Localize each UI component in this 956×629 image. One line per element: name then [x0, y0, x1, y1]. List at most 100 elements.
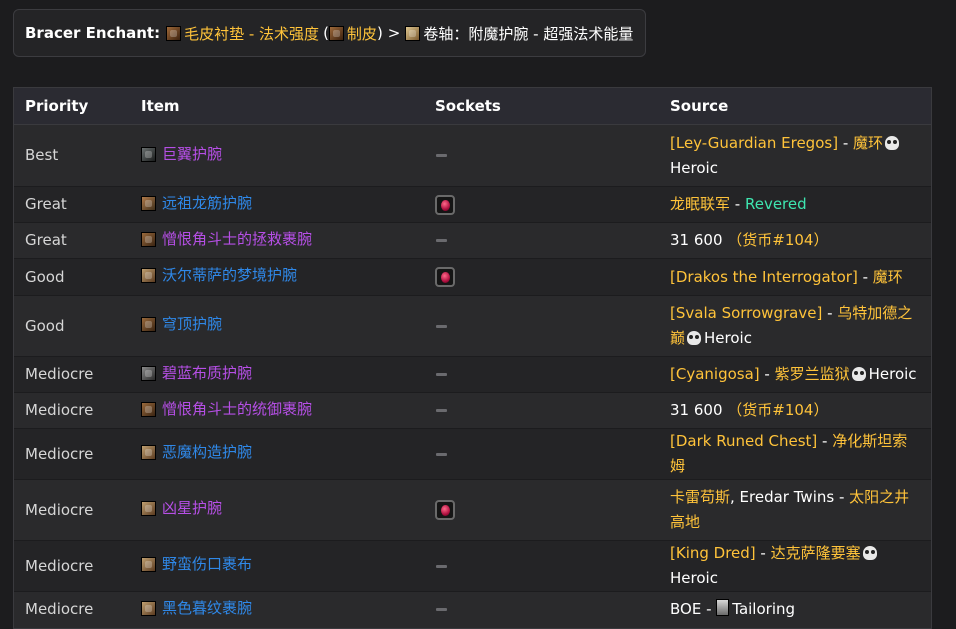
table-header-row: Priority Item Sockets Source [14, 88, 931, 125]
item-link[interactable]: 巨翼护腕 [141, 142, 222, 167]
table-row: Mediocre 憎恨角斗士的统御裹腕 31 600 （货币#104） [14, 392, 931, 429]
source-cell: 卡雷苟斯, Eredar Twins - 太阳之井高地 [659, 479, 931, 541]
priority-cell: Mediocre [14, 479, 130, 541]
source-link[interactable]: 卡雷苟斯 [670, 488, 730, 506]
source-cell: 31 600 （货币#104） [659, 392, 931, 429]
item-cell: 穹顶护腕 [130, 295, 424, 357]
header-priority: Priority [14, 88, 130, 125]
source-text: Tailoring [732, 600, 796, 619]
sockets-cell [424, 258, 659, 296]
bracer-item-icon [141, 445, 156, 460]
item-name: 憎恨角斗士的统御裹腕 [162, 399, 313, 418]
sockets-cell [424, 428, 659, 480]
source-link[interactable]: 达克萨隆要塞 [771, 544, 861, 562]
red-socket-icon[interactable] [435, 194, 455, 215]
source-link[interactable]: [Ley-Guardian Eregos] [670, 134, 838, 152]
no-socket-dash [436, 564, 447, 568]
item-link[interactable]: 凶星护腕 [141, 496, 222, 521]
sockets-cell [424, 356, 659, 393]
leatherworking-icon [328, 25, 344, 41]
bracer-item-icon [141, 501, 156, 516]
table-body: Best 巨翼护腕 [Ley-Guardian Eregos] - 魔环 Heroic… [14, 124, 931, 628]
sockets-cell [424, 222, 659, 259]
item-name: 野蛮伤口裹布 [162, 555, 253, 573]
profession-link[interactable]: 制皮 [347, 23, 377, 44]
source-cell: 31 600 （货币#104） [659, 222, 931, 259]
table-row: Mediocre 野蛮伤口裹布 [King Dred] - 达克萨隆要塞 Heroic [14, 540, 931, 592]
table-row: Mediocre 恶魔构造护腕 [Dark Runed Chest] - 净化斯坦索… [14, 428, 931, 480]
scroll-link[interactable]: 卷轴：附魔护腕 - 超强法术能量 [423, 23, 633, 44]
source-link[interactable]: 魔环 [873, 268, 903, 286]
source-link[interactable]: 龙眠联军 [670, 195, 730, 213]
source-link[interactable]: [Dark Runed Chest] [670, 432, 817, 450]
item-link[interactable]: 憎恨角斗士的统御裹腕 [141, 397, 312, 422]
priority-cell: Best [14, 124, 130, 187]
source-link[interactable]: [Drakos the Interrogator] [670, 268, 858, 286]
table-row: Best 巨翼护腕 [Ley-Guardian Eregos] - 魔环 Heroic [14, 124, 931, 187]
item-link[interactable]: 沃尔蒂萨的梦境护腕 [141, 263, 297, 288]
sockets-cell [424, 479, 659, 541]
priority-cell: Mediocre [14, 591, 130, 628]
red-socket-icon[interactable] [435, 267, 455, 287]
source-text: - [857, 267, 873, 286]
item-link[interactable]: 穹顶护腕 [141, 312, 222, 337]
sockets-cell [424, 392, 659, 429]
fur-lining-icon [166, 25, 182, 41]
item-link[interactable]: 黑色暮纹裹腕 [141, 596, 252, 621]
source-text: BOE [670, 600, 702, 619]
source-cell: [Svala Sorrowgrave] - 乌特加德之巅 Heroic [659, 295, 931, 357]
source-link[interactable]: [Cyanigosa] [670, 365, 760, 383]
source-text: - [838, 133, 853, 152]
source-link[interactable]: （货币#104） [723, 401, 828, 419]
item-cell: 黑色暮纹裹腕 [130, 591, 424, 628]
priority-cell: Mediocre [14, 356, 130, 393]
heroic-skull-icon [687, 331, 702, 345]
sockets-cell [424, 591, 659, 628]
item-name: 远祖龙筋护腕 [162, 193, 253, 212]
source-text: 31 600 [670, 401, 723, 419]
source-link[interactable]: 紫罗兰监狱 [775, 365, 850, 383]
source-text: Revered [744, 195, 807, 213]
priority-cell: Mediocre [14, 540, 130, 592]
table-row: Mediocre 碧蓝布质护腕 [Cyanigosa] - 紫罗兰监狱 Heroic [14, 356, 931, 393]
source-link[interactable]: [King Dred] [670, 544, 756, 562]
arrow-separator: > [387, 24, 401, 42]
item-name: 黑色暮纹裹腕 [162, 598, 253, 617]
sockets-cell [424, 540, 659, 592]
source-cell: 龙眠联军 - Revered [659, 186, 931, 223]
table-row: Good 穹顶护腕 [Svala Sorrowgrave] - 乌特加德之巅 Hero… [14, 295, 931, 357]
source-text: - [759, 365, 775, 383]
sockets-cell [424, 124, 659, 187]
item-link[interactable]: 憎恨角斗士的拯救裹腕 [141, 227, 312, 252]
item-link[interactable]: 碧蓝布质护腕 [141, 361, 252, 386]
priority-cell: Mediocre [14, 392, 130, 429]
source-text: - [701, 600, 717, 619]
item-name: 憎恨角斗士的拯救裹腕 [162, 229, 313, 248]
red-socket-icon[interactable] [435, 500, 455, 520]
heroic-skull-icon [851, 367, 866, 381]
source-link[interactable]: （货币#104） [723, 231, 828, 249]
item-name: 巨翼护腕 [162, 144, 223, 163]
item-link[interactable]: 远祖龙筋护腕 [141, 191, 252, 216]
bracer-item-icon [141, 317, 156, 332]
source-link[interactable]: 魔环 [853, 134, 883, 152]
item-link[interactable]: 恶魔构造护腕 [141, 440, 252, 465]
priority-cell: Good [14, 295, 130, 357]
source-text: Heroic [704, 329, 752, 347]
item-cell: 巨翼护腕 [130, 124, 424, 187]
source-link[interactable]: [Svala Sorrowgrave] [670, 304, 822, 322]
source-cell: [Dark Runed Chest] - 净化斯坦索姆 [659, 428, 931, 480]
source-text: Heroic [670, 569, 718, 587]
enchant-item-link[interactable]: 毛皮衬垫 - 法术强度 [184, 23, 319, 44]
source-text: - [730, 195, 745, 213]
bracer-item-icon [141, 195, 156, 211]
item-name: 沃尔蒂萨的梦境护腕 [162, 266, 298, 284]
source-cell: [King Dred] - 达克萨隆要塞 Heroic [659, 540, 931, 592]
item-link[interactable]: 野蛮伤口裹布 [141, 552, 252, 577]
item-cell: 憎恨角斗士的统御裹腕 [130, 392, 424, 429]
source-cell: [Drakos the Interrogator] - 魔环 [659, 258, 931, 296]
no-socket-dash [436, 373, 447, 376]
item-cell: 野蛮伤口裹布 [130, 540, 424, 592]
header-item: Item [130, 88, 424, 125]
item-cell: 碧蓝布质护腕 [130, 356, 424, 393]
